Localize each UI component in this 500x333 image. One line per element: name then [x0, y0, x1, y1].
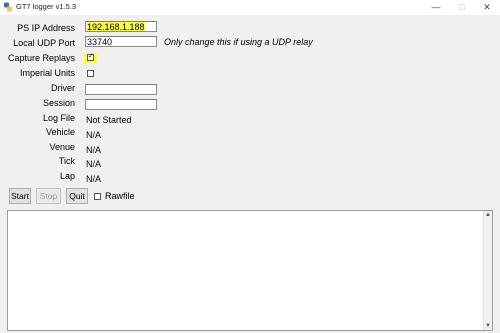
checkmark-icon: ✓: [88, 53, 94, 60]
capture-replays-checkbox[interactable]: ✓: [87, 53, 94, 61]
imperial-units-checkbox[interactable]: [87, 70, 94, 77]
tick-label: Tick: [58, 156, 75, 166]
venue-value: N/A: [86, 145, 102, 155]
lap-value: N/A: [86, 174, 102, 184]
driver-label: Driver: [51, 83, 75, 93]
stop-button[interactable]: Stop: [36, 188, 61, 204]
udp-port-input[interactable]: 33740: [85, 36, 157, 47]
quit-button[interactable]: Quit: [66, 188, 88, 204]
driver-input[interactable]: [85, 84, 157, 95]
log-file-label: Log File: [42, 113, 75, 123]
ps-ip-value: 192.168.1.188: [87, 22, 145, 32]
scroll-up-arrow-icon[interactable]: ▲: [484, 211, 492, 219]
lap-label: Lap: [59, 171, 75, 181]
vehicle-value: N/A: [86, 130, 102, 140]
minimize-button[interactable]: —: [424, 0, 448, 15]
venue-label: Venue: [49, 142, 75, 152]
maximize-button[interactable]: □: [450, 0, 474, 15]
log-file-value: Not Started: [86, 115, 132, 125]
close-button[interactable]: ✕: [475, 0, 499, 15]
rawfile-checkbox[interactable]: [94, 193, 101, 200]
log-scrollbar[interactable]: ▲ ▼: [483, 211, 492, 330]
title-bar: GT7 logger v1.5.3 — □ ✕: [0, 0, 500, 15]
vehicle-label: Vehicle: [45, 127, 75, 137]
tick-value: N/A: [86, 159, 102, 169]
udp-port-note: Only change this if using a UDP relay: [164, 37, 313, 47]
rawfile-label: Rawfile: [105, 191, 135, 201]
window-title: GT7 logger v1.5.3: [16, 2, 77, 11]
python-app-icon: [3, 2, 13, 12]
capture-replays-label: Capture Replays: [7, 53, 75, 63]
udp-port-label: Local UDP Port: [13, 38, 75, 48]
session-input[interactable]: [85, 99, 157, 110]
ps-ip-input[interactable]: 192.168.1.188: [85, 21, 157, 32]
start-button[interactable]: Start: [9, 188, 31, 204]
scroll-down-arrow-icon[interactable]: ▼: [484, 322, 492, 330]
imperial-units-label: Imperial Units: [19, 68, 75, 78]
ps-ip-label: PS IP Address: [17, 23, 75, 33]
log-output-area[interactable]: ▲ ▼: [7, 210, 493, 331]
session-label: Session: [42, 98, 75, 108]
